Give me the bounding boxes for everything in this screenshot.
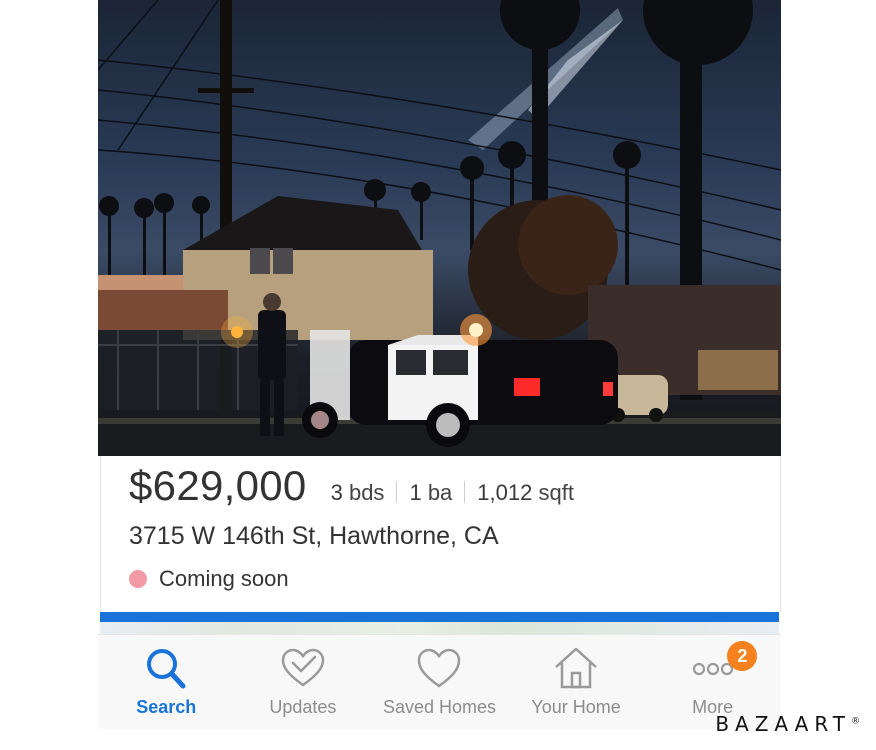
listing-progress-bar (100, 612, 779, 622)
nav-item-search[interactable]: Search (98, 635, 235, 729)
listing-price: $629,000 (129, 462, 307, 509)
sqft-value: 1,012 (477, 480, 533, 505)
beds-value: 3 (330, 480, 343, 505)
facts-divider (396, 481, 398, 503)
heart-check-icon (281, 648, 325, 687)
map-background (100, 622, 779, 634)
search-icon (147, 649, 186, 689)
baths-value: 1 (409, 480, 422, 505)
watermark-text: BAZAART (715, 712, 851, 736)
nav-item-your-home[interactable]: Your Home (508, 635, 645, 729)
facts-divider (464, 481, 466, 503)
beds-unit: bds (348, 480, 385, 505)
bazaart-watermark: BAZAART® (715, 712, 860, 736)
price-row: $629,000 3 bds 1 ba 1,012 sqft (129, 462, 574, 518)
bottom-nav: Search Updates Saved Homes Your Home 2 M… (98, 634, 781, 729)
heart-icon (418, 648, 461, 688)
notification-badge: 2 (727, 641, 758, 671)
listing-photo[interactable] (98, 0, 781, 456)
nav-item-updates[interactable]: Updates (235, 635, 372, 729)
app-frame: $629,000 3 bds 1 ba 1,012 sqft 3715 W 14… (98, 0, 781, 750)
baths-unit: ba (427, 480, 453, 505)
listing-photo-image (98, 0, 781, 456)
listing-status: Coming soon (129, 566, 289, 592)
house-icon (555, 647, 597, 689)
listing-address: 3715 W 146th St, Hawthorne, CA (129, 522, 499, 550)
nav-item-saved-homes[interactable]: Saved Homes (371, 635, 508, 729)
nav-label-updates: Updates (269, 697, 337, 717)
status-label: Coming soon (159, 566, 289, 591)
nav-label-saved-homes: Saved Homes (382, 697, 497, 717)
nav-label-your-home: Your Home (531, 697, 621, 717)
sqft-unit: sqft (538, 480, 574, 505)
listing-facts: 3 bds 1 ba 1,012 sqft (331, 478, 574, 506)
listing-card[interactable]: $629,000 3 bds 1 ba 1,012 sqft 3715 W 14… (100, 456, 781, 612)
nav-label-search: Search (136, 697, 197, 717)
registered-mark: ® (851, 716, 860, 727)
status-dot (129, 570, 147, 588)
